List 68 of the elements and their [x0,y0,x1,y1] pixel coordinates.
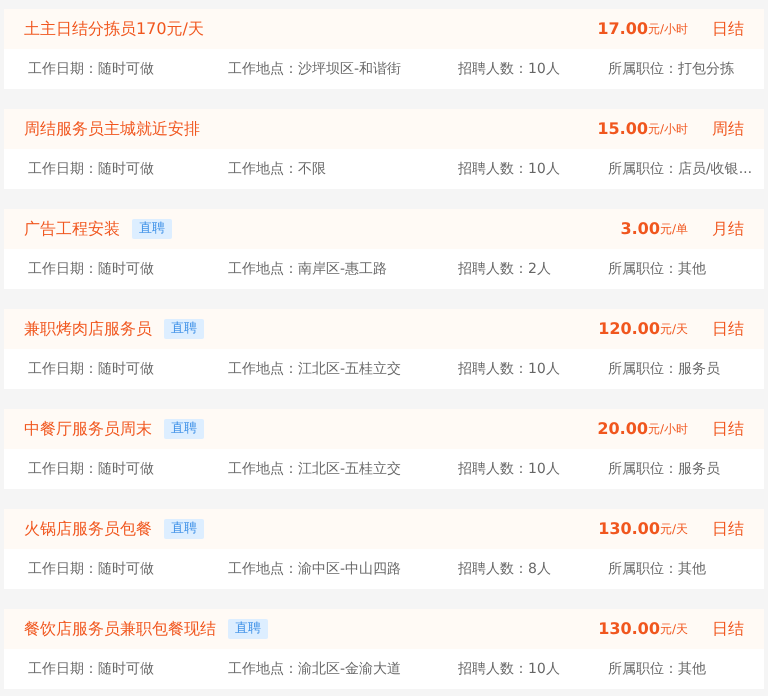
job-title: 中餐厅服务员周末 [24,421,152,437]
job-title: 周结服务员主城就近安排 [24,121,200,137]
job-title: 广告工程安装 [24,221,120,237]
price-unit: 元/单 [660,221,688,238]
job-title: 火锅店服务员包餐 [24,521,152,537]
tag: 直聘 [164,519,204,539]
job-title: 土主日结分拣员170元/天 [24,21,204,37]
settlement: 日结 [712,18,744,40]
job-detail: 招聘人数：10人 [458,460,561,478]
job-detail: 所属职位：其他 [608,260,707,278]
job-detail: 所属职位：服务员 [608,360,721,378]
job-detail: 工作地点：沙坪坝区-和谐街 [228,60,402,78]
price-unit: 元/小时 [648,21,688,38]
job-card[interactable]: 广告工程安装 直聘 3.00元/单 月结 工作日期：随时可做 工作地点：南岸区-惠工路 招聘人数：2人 所属职位：其他 [4,209,764,289]
tag: 直聘 [132,219,172,239]
price: 130.00 [598,518,660,540]
job-detail: 工作地点：不限 [228,160,327,178]
job-detail: 工作日期：随时可做 [28,560,155,578]
price-unit: 元/天 [660,521,688,538]
job-detail: 招聘人数：10人 [458,160,561,178]
job-detail: 所属职位：服务员 [608,460,721,478]
job-title: 餐饮店服务员兼职包餐现结 [24,621,216,637]
job-card[interactable]: 餐饮店服务员兼职包餐现结 直聘 130.00元/天 日结 工作日期：随时可做 工作地点：渝北区-金渝大道 招聘人数：10人 所属职位：其他 [4,609,764,689]
tag: 直聘 [164,419,204,439]
price: 120.00 [598,318,660,340]
job-detail: 工作日期：随时可做 [28,260,155,278]
job-card[interactable]: 土主日结分拣员170元/天 17.00元/小时 日结 工作日期：随时可做 工作地点：沙坪坝区-和谐街 招聘人数：10人 所属职位：打包分拣 [4,9,764,89]
job-card[interactable]: 中餐厅服务员周末 直聘 20.00元/小时 日结 工作日期：随时可做 工作地点：江北区-五桂立交 招聘人数：10人 所属职位：服务员 [4,409,764,489]
job-detail: 工作日期：随时可做 [28,60,155,78]
job-detail: 工作日期：随时可做 [28,660,155,678]
tag: 直聘 [228,619,268,639]
job-detail: 招聘人数：2人 [458,260,552,278]
price: 17.00 [597,18,648,40]
job-detail: 招聘人数：10人 [458,360,561,378]
job-detail: 工作地点：渝中区-中山四路 [228,560,402,578]
price-unit: 元/天 [660,321,688,338]
job-detail: 工作地点：南岸区-惠工路 [228,260,388,278]
price-unit: 元/天 [660,621,688,638]
job-title: 兼职烤肉店服务员 [24,321,152,337]
job-detail: 工作日期：随时可做 [28,460,155,478]
job-detail: 招聘人数：10人 [458,660,561,678]
settlement: 日结 [712,518,744,540]
job-detail: 工作地点：渝北区-金渝大道 [228,660,402,678]
price: 3.00 [620,218,660,240]
settlement: 月结 [712,218,744,240]
job-card[interactable]: 周结服务员主城就近安排 15.00元/小时 周结 工作日期：随时可做 工作地点：不限 招聘人数：10人 所属职位：店员/收银... [4,109,764,189]
price-unit: 元/小时 [648,421,688,438]
price: 130.00 [598,618,660,640]
job-detail: 所属职位：店员/收银... [608,160,754,178]
job-detail: 招聘人数：8人 [458,560,552,578]
job-card[interactable]: 兼职烤肉店服务员 直聘 120.00元/天 日结 工作日期：随时可做 工作地点：江北区-五桂立交 招聘人数：10人 所属职位：服务员 [4,309,764,389]
settlement: 日结 [712,318,744,340]
job-card[interactable]: 火锅店服务员包餐 直聘 130.00元/天 日结 工作日期：随时可做 工作地点：渝中区-中山四路 招聘人数：8人 所属职位：其他 [4,509,764,589]
price: 20.00 [597,418,648,440]
settlement: 日结 [712,418,744,440]
tag: 直聘 [164,319,204,339]
settlement: 日结 [712,618,744,640]
job-detail: 工作日期：随时可做 [28,360,155,378]
job-detail: 所属职位：其他 [608,660,707,678]
price-unit: 元/小时 [648,121,688,138]
settlement: 周结 [712,118,744,140]
job-detail: 工作地点：江北区-五桂立交 [228,460,402,478]
job-detail: 工作日期：随时可做 [28,160,155,178]
job-detail: 所属职位：打包分拣 [608,60,735,78]
job-detail: 招聘人数：10人 [458,60,561,78]
job-detail: 所属职位：其他 [608,560,707,578]
job-detail: 工作地点：江北区-五桂立交 [228,360,402,378]
price: 15.00 [597,118,648,140]
